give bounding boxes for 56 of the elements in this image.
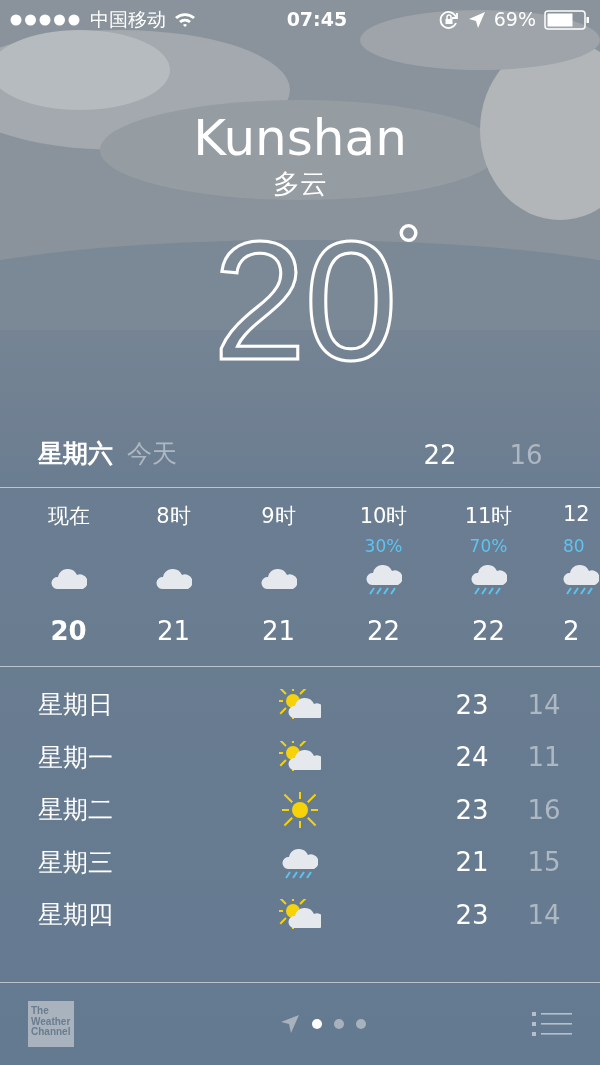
carrier-name: 中国移动 <box>90 9 166 31</box>
today-label: 今天 <box>127 440 177 469</box>
low-temperature: 14 <box>526 899 562 930</box>
sun-icon <box>282 791 318 828</box>
low-temperature: 16 <box>508 439 544 470</box>
weekday-name: 星期二 <box>38 794 114 827</box>
rain-chance: 70% <box>469 535 508 556</box>
page-dot[interactable] <box>356 1019 366 1029</box>
sun-cloud-icon <box>279 688 321 721</box>
hour-label: 11时 <box>464 502 513 530</box>
low-temperature: 15 <box>526 847 562 878</box>
degree-sign: ° <box>395 214 422 279</box>
hour-label: 9时 <box>261 502 296 530</box>
weekday-name: 星期日 <box>38 689 114 722</box>
weather-condition: 多云 <box>273 167 327 199</box>
hour-label: 现在 <box>47 502 90 530</box>
wifi-icon <box>174 12 196 28</box>
rain-chance: 80 <box>563 535 585 556</box>
hour-temperature: 21 <box>261 615 296 646</box>
high-temperature: 23 <box>454 794 490 825</box>
today-weekday: 星期六 <box>38 440 113 469</box>
low-temperature: 11 <box>526 742 562 773</box>
clock-time: 07:45 <box>286 9 348 31</box>
rotation-lock-icon <box>437 9 460 31</box>
location-arrow-icon[interactable] <box>280 1014 300 1034</box>
high-temperature: 24 <box>454 742 490 773</box>
high-temperature: 23 <box>454 899 490 930</box>
battery-percentage: 69% <box>493 9 536 31</box>
battery-icon <box>544 10 590 30</box>
hour-temperature: 20 <box>50 615 87 646</box>
high-temperature: 21 <box>454 847 490 878</box>
hour-temperature: 22 <box>366 615 401 646</box>
low-temperature: 14 <box>526 689 562 720</box>
hour-label: 12 <box>563 501 590 528</box>
rain-chance: 30% <box>364 535 403 556</box>
city-name: Kunshan <box>193 110 407 168</box>
list-icon[interactable] <box>532 1011 572 1037</box>
hour-temperature: 21 <box>156 615 191 646</box>
weekday-name: 星期四 <box>38 899 114 932</box>
sun-cloud-icon <box>279 741 321 774</box>
page-dot[interactable] <box>334 1019 344 1029</box>
signal-icon <box>10 14 82 26</box>
sun-cloud-icon <box>279 898 321 931</box>
weekday-name: 星期三 <box>38 846 114 879</box>
current-temperature: 20 <box>212 216 396 385</box>
weekday-name: 星期一 <box>38 741 114 774</box>
high-temperature: 22 <box>422 439 458 470</box>
high-temperature: 23 <box>454 689 490 720</box>
hour-label: 8时 <box>156 502 191 530</box>
hour-temperature: 22 <box>471 615 506 646</box>
weather-channel-logo[interactable]: The Weather Channel <box>28 1001 74 1047</box>
location-arrow-icon <box>467 11 486 29</box>
hour-label: 10时 <box>359 502 408 530</box>
low-temperature: 16 <box>526 794 562 825</box>
page-dot[interactable] <box>312 1019 322 1029</box>
hour-temperature: 2 <box>563 615 580 646</box>
